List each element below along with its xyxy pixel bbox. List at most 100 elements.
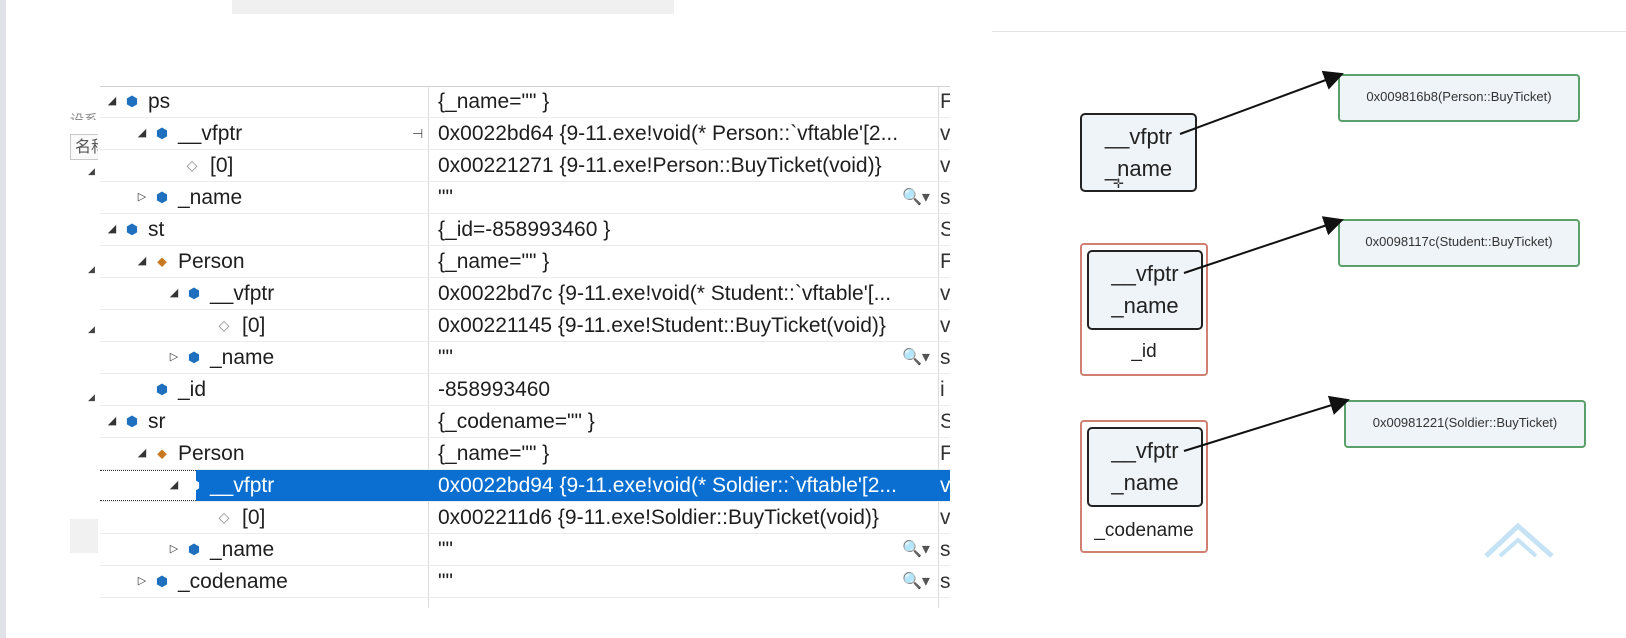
collapse-arrow-icon[interactable]: ◢ [166, 278, 182, 309]
watch-row-base-person[interactable]: ◢ ⬥ Person {_name="" } F [100, 438, 950, 470]
watch-row-value[interactable]: 0x00221271 {9-11.exe!Person::BuyTicket(v… [438, 150, 930, 181]
watch-row-type: v [940, 314, 950, 337]
vtable-entry-soldier: 0x00981221(Soldier::BuyTicket) [1344, 400, 1586, 448]
base-class-icon: ⬥ [157, 253, 167, 269]
collapse-arrow-icon[interactable]: ◢ [134, 438, 150, 469]
watch-window: ◢ ⬢ ps {_name="" } F ◢ ⬢ __vfptr ⊣ 0x002… [100, 86, 950, 608]
person-object-box: __vfptr _name [1080, 113, 1197, 192]
student-base-subobject: __vfptr _name [1087, 250, 1203, 330]
collapse-arrow-icon[interactable]: ◢ [166, 470, 182, 501]
watch-row-type: S [940, 218, 950, 241]
magnifier-icon[interactable]: 🔍▾ [902, 342, 930, 373]
watch-row-type: v [940, 154, 950, 177]
member-icon: ⬢ [187, 541, 201, 557]
watch-row-value[interactable]: {_id=-858993460 } [438, 214, 930, 245]
member-icon: ⬢ [155, 381, 169, 397]
watch-row-name[interactable]: ▷ ⬢ _name "" 🔍▾ s [100, 182, 950, 214]
watch-row-index[interactable]: ◇ [0] 0x00221271 {9-11.exe!Person::BuyTi… [100, 150, 950, 182]
watch-row-sr[interactable]: ◢ ⬢ sr {_codename="" } S [100, 406, 950, 438]
watch-row-type: F [940, 250, 950, 273]
expand-arrow-icon[interactable]: ▷ [134, 182, 150, 213]
watch-row-label: __vfptr [178, 122, 243, 145]
watch-row-type: v [940, 506, 950, 529]
object-field-vfptr: __vfptr [1111, 438, 1179, 463]
side-expander[interactable]: ◢ [88, 392, 95, 403]
watch-row-type: s [940, 538, 950, 561]
object-field-id: _id [1131, 341, 1157, 362]
collapse-arrow-icon[interactable]: ◢ [104, 406, 120, 437]
watch-row-value[interactable]: -858993460 [438, 374, 930, 405]
watch-row-label: _name [210, 538, 275, 561]
expand-arrow-icon[interactable]: ▷ [166, 342, 182, 373]
right-pane-divider [992, 31, 1626, 32]
watch-row-label: st [148, 218, 165, 241]
watch-row-value[interactable]: "" [438, 534, 930, 565]
watch-row-value[interactable]: "" [438, 342, 930, 373]
base-class-icon: ⬥ [157, 445, 167, 461]
watch-row-value[interactable]: {_name="" } [438, 438, 930, 469]
side-expander[interactable]: ◢ [88, 264, 95, 275]
watch-row-value[interactable]: 0x002211d6 {9-11.exe!Soldier::BuyTicket(… [438, 502, 930, 533]
side-expander[interactable]: ◢ [88, 324, 95, 335]
watch-row-name[interactable]: ▷ ⬢ _name "" 🔍▾ s [100, 342, 950, 374]
pin-icon[interactable]: ⊣ [412, 118, 423, 149]
watch-row-vfptr[interactable]: ◢ ⬢ __vfptr 0x0022bd7c {9-11.exe!void(* … [100, 278, 950, 310]
watch-row-value[interactable]: {_name="" } [438, 246, 930, 277]
watch-row-label: [0] [242, 506, 266, 529]
watch-row-value[interactable]: 0x0022bd94 {9-11.exe!void(* Soldier::`vf… [438, 470, 930, 501]
expand-arrow-icon[interactable]: ▷ [166, 534, 182, 565]
watch-row-vfptr[interactable]: ◢ ⬢ __vfptr ⊣ 0x0022bd64 {9-11.exe!void(… [100, 118, 950, 150]
collapse-arrow-icon[interactable]: ◢ [104, 86, 120, 117]
left-window-edge [0, 0, 6, 638]
watch-row-label: [0] [210, 154, 234, 177]
element-icon: ◇ [218, 317, 230, 333]
watch-row-id[interactable]: ⬢ _id -858993460 i [100, 374, 950, 406]
watch-row-value[interactable]: 0x0022bd7c {9-11.exe!void(* Student::`vf… [438, 278, 930, 309]
magnifier-icon[interactable]: 🔍▾ [902, 182, 930, 213]
vfptr-arrow-soldier [1183, 395, 1350, 452]
watch-row-base-person[interactable]: ◢ ⬥ Person {_name="" } F [100, 246, 950, 278]
watch-row-type: v [940, 474, 950, 497]
object-field-codename: _codename [1094, 520, 1194, 541]
element-icon: ◇ [218, 509, 230, 525]
watch-row-value[interactable]: 0x00221145 {9-11.exe!Student::BuyTicket(… [438, 310, 930, 341]
watch-row-value[interactable]: {_codename="" } [438, 406, 930, 437]
soldier-base-subobject: __vfptr _name [1087, 427, 1203, 507]
watch-row-st[interactable]: ◢ ⬢ st {_id=-858993460 } S [100, 214, 950, 246]
watch-row-value[interactable]: "" [438, 566, 930, 597]
watch-row-value[interactable]: "" [438, 182, 930, 213]
object-icon: ⬢ [125, 221, 139, 237]
side-panel-fragment: 设系 [70, 112, 98, 120]
vtable-entry-person: 0x009816b8(Person::BuyTicket) [1338, 74, 1580, 122]
member-icon: ⬢ [155, 189, 169, 205]
expand-arrow-icon[interactable]: ▷ [134, 566, 150, 597]
watch-row-label: ps [148, 90, 171, 113]
watch-row-value[interactable]: 0x0022bd64 {9-11.exe!void(* Person::`vft… [438, 118, 930, 149]
watch-row-index[interactable]: ◇ [0] 0x00221145 {9-11.exe!Student::BuyT… [100, 310, 950, 342]
object-icon: ⬢ [125, 413, 139, 429]
watch-row-label: Person [178, 250, 245, 273]
magnifier-icon[interactable]: 🔍▾ [902, 566, 930, 597]
side-panel-name-header[interactable]: 名称 [70, 134, 98, 160]
object-field-vfptr: __vfptr [1104, 124, 1173, 149]
side-expander[interactable]: ◢ [88, 166, 95, 177]
watermark-logo-icon [1484, 522, 1554, 558]
top-toolbar-fragment [232, 0, 674, 14]
watch-row-label: _id [178, 378, 207, 401]
collapse-arrow-icon[interactable]: ◢ [134, 246, 150, 277]
watch-row-ps[interactable]: ◢ ⬢ ps {_name="" } F [100, 86, 950, 118]
collapse-arrow-icon[interactable]: ◢ [134, 118, 150, 149]
magnifier-icon[interactable]: 🔍▾ [902, 534, 930, 565]
watch-row-name[interactable]: ▷ ⬢ _name "" 🔍▾ s [100, 534, 950, 566]
collapse-arrow-icon[interactable]: ◢ [104, 214, 120, 245]
watch-row-type: v [940, 282, 950, 305]
watch-row-type: S [940, 410, 950, 433]
watch-row-vfptr-selected[interactable]: ◢ ⬢ __vfptr 0x0022bd94 {9-11.exe!void(* … [100, 470, 950, 502]
watch-row-index[interactable]: ◇ [0] 0x002211d6 {9-11.exe!Soldier::BuyT… [100, 502, 950, 534]
element-icon: ◇ [186, 157, 198, 173]
watch-row-type: s [940, 346, 950, 369]
watch-row-codename[interactable]: ▷ ⬢ _codename "" 🔍▾ s [100, 566, 950, 598]
cursor-icon: ✛ [1113, 176, 1124, 191]
field-icon: ⬢ [155, 125, 169, 141]
watch-row-value[interactable]: {_name="" } [438, 86, 930, 117]
